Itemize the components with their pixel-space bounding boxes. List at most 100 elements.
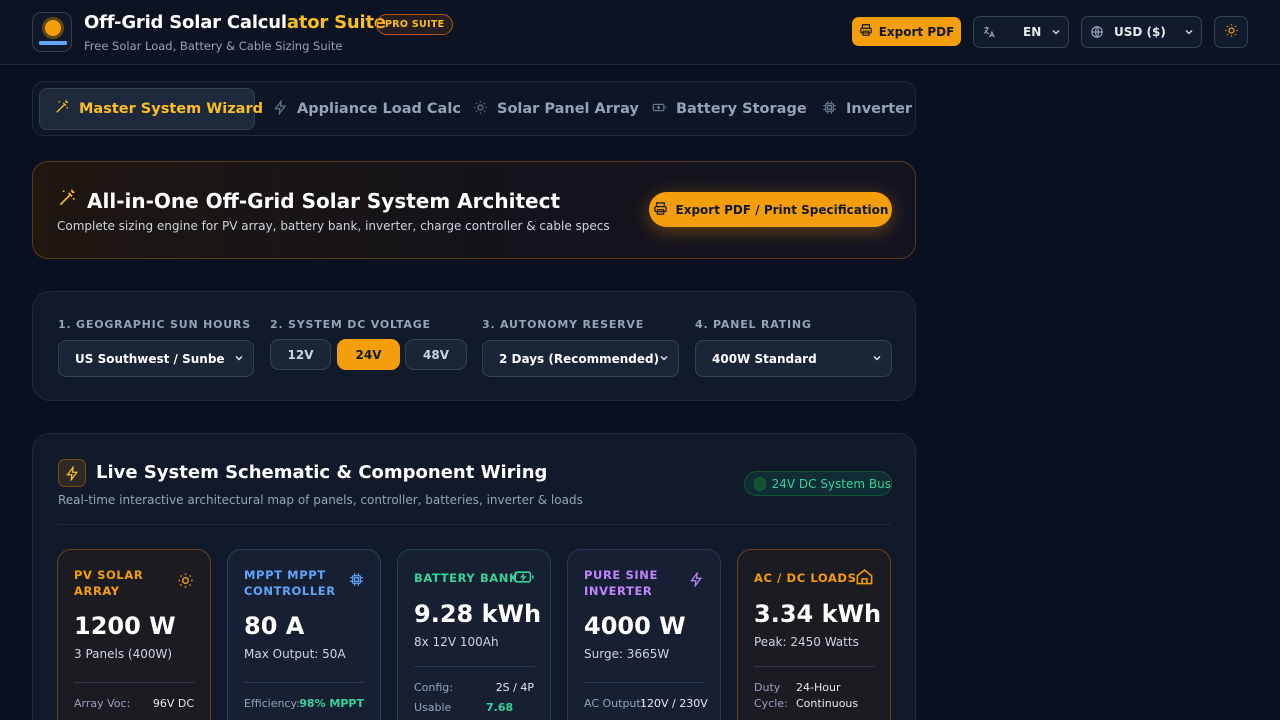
panel-rating-label: 4. PANEL RATING [695,318,812,331]
card-label: PV SOLAR ARRAY [74,568,144,598]
printer-icon [859,23,873,40]
divider [244,682,365,683]
chevron-down-icon [658,351,670,368]
inverter-card[interactable]: PURE SINE INVERTER 4000 W Surge: 3665W A… [567,549,721,720]
lightning-icon [273,98,288,119]
card-label: BATTERY BANK [414,571,519,585]
hero-title: All-in-One Off-Grid Solar System Archite… [57,188,560,213]
magic-wand-icon [54,99,70,119]
dc-bus-label: 24V DC System Bus [771,476,891,491]
card-value: 80 A [244,612,305,640]
tab-appliance-load-calc[interactable]: Appliance Load Calc [259,88,475,130]
stat-label: Array Voc: [74,697,131,710]
tab-label: Battery Storage [676,101,807,117]
export-pdf-print-label: Export PDF / Print Specification [675,202,889,217]
card-subtitle: Max Output: 50A [244,647,346,661]
stat-label: Usable [414,701,452,714]
chevron-down-icon [871,351,883,368]
divider [74,682,195,683]
printer-icon [653,201,668,219]
stat-label: Config: [414,681,453,694]
export-pdf-label: Export PDF [878,24,955,39]
dc-bus-badge: 24V DC System Bus [744,471,892,496]
chip-icon [349,572,364,591]
chevron-down-icon [1050,25,1062,42]
sun-hours-value: US Southwest / Sunbelt (A [75,351,225,366]
currency-select[interactable]: USD ($) [1081,16,1202,48]
sun-icon [177,572,194,593]
battery-icon [652,100,667,119]
magic-wand-icon [57,188,77,213]
sun-hours-select[interactable]: US Southwest / Sunbelt (A [58,340,254,377]
tab-inverter[interactable]: Inverter & [808,88,915,130]
battery-bank-card[interactable]: BATTERY BANK 9.28 kWh 8x 12V 100Ah Confi… [397,549,551,720]
card-value: 1200 W [74,612,176,640]
chevron-down-icon [1183,25,1195,42]
status-dot [754,476,766,491]
tab-solar-panel-array[interactable]: Solar Panel Array [459,88,653,130]
card-value: 9.28 kWh [414,600,542,628]
panel-rating-select[interactable]: 400W Standard [695,340,892,377]
divider [754,666,875,667]
sun-icon [473,100,488,119]
sun-hours-label: 1. GEOGRAPHIC SUN HOURS [58,318,252,331]
sun-icon [1224,23,1239,42]
stat-value: 98% MPPT [299,697,364,710]
stat-value: 96V DC [152,697,194,710]
tab-label: Master System Wizard [79,101,263,117]
ac-dc-loads-card[interactable]: AC / DC LOADS 3.34 kWh Peak: 2450 Watts … [737,549,891,720]
tab-master-system-wizard[interactable]: Master System Wizard [39,88,263,130]
pv-solar-array-card[interactable]: PV SOLAR ARRAY 1200 W 3 Panels (400W) Ar… [57,549,211,720]
stat-value: 7.68 [486,701,514,714]
autonomy-label: 3. AUTONOMY RESERVE [482,318,645,331]
card-subtitle: Surge: 3665W [584,647,670,661]
hero-subtitle: Complete sizing engine for PV array, bat… [57,219,610,233]
divider [58,524,891,525]
voltage-24v-button[interactable]: 24V [337,339,400,370]
stat-label: Duty [754,681,781,694]
export-pdf-print-button[interactable]: Export PDF / Print Specification [649,192,892,227]
stat-label: Efficiency: [244,697,300,710]
app-logo [32,12,72,52]
chevron-down-icon [233,351,245,368]
language-select[interactable]: EN [973,16,1069,48]
dc-voltage-label: 2. SYSTEM DC VOLTAGE [270,318,431,331]
stat-value: 24-Hour [796,681,841,694]
chip-icon [822,100,837,119]
stat-value: 120V / 230V [640,697,708,710]
lightning-icon [58,459,86,487]
language-value: EN [1023,25,1042,39]
home-icon [855,567,874,590]
stat-label: AC Output: [584,697,645,710]
hero-panel: All-in-One Off-Grid Solar System Archite… [32,161,916,259]
card-label: PURE SINE INVERTER [584,568,658,598]
top-bar: Off-Grid Solar Calculator Suite PRO SUIT… [0,0,1280,65]
card-subtitle: 8x 12V 100Ah [414,635,499,649]
schematic-title: Live System Schematic & Component Wiring [96,462,548,483]
voltage-48v-button[interactable]: 48V [405,339,467,370]
pro-suite-badge: PRO SUITE [376,14,454,35]
voltage-12v-button[interactable]: 12V [270,339,331,370]
system-config-panel: 1. GEOGRAPHIC SUN HOURS US Southwest / S… [32,291,916,401]
stat-label: Cycle: [754,697,788,710]
theme-toggle-button[interactable] [1214,16,1248,48]
divider [584,682,705,683]
autonomy-value: 2 Days (Recommended) [499,351,660,366]
autonomy-select[interactable]: 2 Days (Recommended) [482,340,679,377]
tab-label: Inverter & [846,101,915,117]
divider [414,666,535,667]
export-pdf-button[interactable]: Export PDF [852,17,961,46]
globe-icon [1090,25,1104,42]
tab-battery-storage[interactable]: Battery Storage [638,88,821,130]
schematic-subtitle: Real-time interactive architectural map … [58,493,583,507]
stat-value: 2S / 4P [495,681,534,694]
module-tabs: Master System Wizard Appliance Load Calc… [32,81,916,136]
translate-icon [982,25,996,42]
tab-label: Appliance Load Calc [297,101,461,117]
card-subtitle: 3 Panels (400W) [74,647,173,661]
card-subtitle: Peak: 2450 Watts [754,635,859,649]
card-label: MPPT MPPT CONTROLLER [244,568,336,598]
card-label: AC / DC LOADS [754,571,857,585]
mppt-controller-card[interactable]: MPPT MPPT CONTROLLER 80 A Max Output: 50… [227,549,381,720]
app-subtitle: Free Solar Load, Battery & Cable Sizing … [84,39,343,53]
